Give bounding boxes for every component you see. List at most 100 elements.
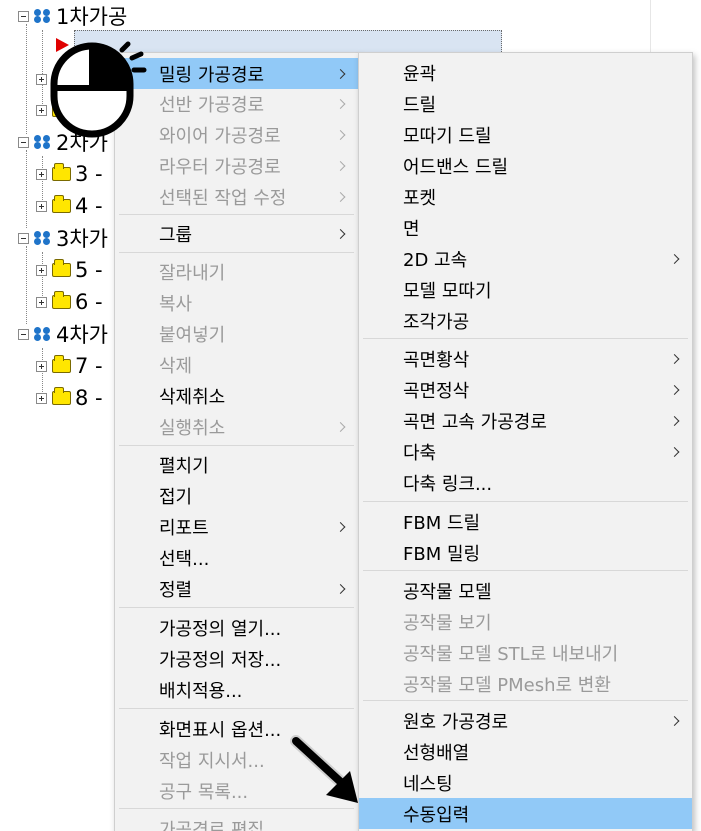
submenu-arrow-icon [335, 228, 346, 239]
menu-item-label: 접기 [159, 486, 193, 508]
tree-node-label: 5 - [75, 258, 103, 282]
menu-item-label: 드릴 [403, 94, 437, 116]
menu-item-label: 원호 가공경로 [403, 711, 509, 733]
menu-item-곡면황삭[interactable]: 곡면황삭 [359, 343, 692, 374]
expand-icon[interactable] [36, 296, 47, 308]
menu-item-모델-모따기[interactable]: 모델 모따기 [359, 274, 692, 305]
expand-icon[interactable] [36, 200, 47, 212]
menu-item-수동입력[interactable]: 수동입력 [359, 798, 692, 829]
submenu-arrow-icon [335, 98, 346, 109]
menu-item-그룹[interactable]: 그룹 [115, 218, 358, 249]
expand-icon[interactable] [36, 392, 47, 404]
menu-item-label: 정렬 [159, 579, 193, 601]
menu-item-리포트[interactable]: 리포트 [115, 511, 358, 542]
tree-scroll-edge [650, 0, 651, 60]
menu-item-label: 공구 목록... [159, 781, 249, 803]
menu-item-선형배열[interactable]: 선형배열 [359, 736, 692, 767]
menu-item-label: 펼치기 [159, 455, 209, 477]
menu-item-2d-고속[interactable]: 2D 고속 [359, 243, 692, 274]
menu-item-label: 면 [403, 218, 420, 240]
menu-item-실행취소: 실행취소 [115, 411, 358, 442]
menu-item-어드밴스-드릴[interactable]: 어드밴스 드릴 [359, 150, 692, 181]
submenu-arrow-icon [335, 129, 346, 140]
menu-item-윤곽[interactable]: 윤곽 [359, 57, 692, 88]
menu-item-삭제취소[interactable]: 삭제취소 [115, 380, 358, 411]
tree-node-folder-5[interactable]: 5 - [36, 255, 103, 285]
operation-group-icon [34, 327, 52, 341]
collapse-icon[interactable] [18, 10, 29, 22]
menu-item-선택[interactable]: 선택... [115, 542, 358, 573]
menu-item-label: 공작물 모델 [403, 581, 492, 603]
menu-item-삭제: 삭제 [115, 349, 358, 380]
menu-item-펼치기[interactable]: 펼치기 [115, 449, 358, 480]
menu-item-label: 화면표시 옵션... [159, 719, 282, 741]
menu-item-밀링-가공경로[interactable]: 밀링 가공경로 [115, 58, 358, 89]
menu-item-네스팅[interactable]: 네스팅 [359, 767, 692, 798]
tree-node-folder-8[interactable]: 8 - [36, 383, 103, 413]
expand-icon[interactable] [36, 168, 47, 180]
menu-item-label: 가공정의 열기... [159, 618, 282, 640]
menu-item-fbm-드릴[interactable]: FBM 드릴 [359, 506, 692, 537]
submenu-arrow-icon [669, 415, 680, 426]
menu-item-label: 작업 지시서... [159, 750, 265, 772]
menu-item-조각가공[interactable]: 조각가공 [359, 305, 692, 336]
expand-icon[interactable] [36, 264, 47, 276]
menu-item-배치적용[interactable]: 배치적용... [115, 674, 358, 705]
expand-icon[interactable] [36, 73, 47, 85]
menu-item-다축-링크[interactable]: 다축 링크... [359, 467, 692, 498]
tree-node-label: 4차가 [56, 323, 109, 347]
tree-node-op-1[interactable]: 1차가공 [18, 1, 127, 31]
menu-item-원호-가공경로[interactable]: 원호 가공경로 [359, 705, 692, 736]
menu-item-공작물-모델-stl로-내보내기: 공작물 모델 STL로 내보내기 [359, 637, 692, 668]
menu-item-label: 복사 [159, 293, 193, 315]
menu-item-label: 다축 [403, 442, 437, 464]
menu-item-label: 선형배열 [403, 742, 470, 764]
tree-node-label: 1차가공 [56, 5, 128, 29]
folder-icon [52, 195, 71, 213]
tree-node-op-3[interactable]: 3차가 [18, 223, 108, 253]
submenu-arrow-icon [669, 253, 680, 264]
menu-item-label: 곡면정삭 [403, 380, 470, 402]
menu-item-곡면정삭[interactable]: 곡면정삭 [359, 374, 692, 405]
submenu-arrow-icon [669, 446, 680, 457]
collapse-icon[interactable] [18, 136, 29, 148]
menu-item-다축[interactable]: 다축 [359, 436, 692, 467]
menu-item-label: 삭제취소 [159, 386, 226, 408]
menu-item-label: 선택... [159, 548, 210, 570]
collapse-icon[interactable] [18, 232, 29, 244]
menu-item-label: 선택된 작업 수정 [159, 187, 287, 209]
collapse-icon[interactable] [18, 328, 29, 340]
menu-separator [119, 214, 354, 215]
menu-item-label: FBM 밀링 [403, 543, 481, 565]
tree-node-label: 4 - [75, 194, 103, 218]
menu-item-label: 모델 모따기 [403, 280, 492, 302]
menu-item-label: 포켓 [403, 187, 437, 209]
menu-item-가공정의-저장[interactable]: 가공정의 저장... [115, 643, 358, 674]
menu-item-fbm-밀링[interactable]: FBM 밀링 [359, 537, 692, 568]
menu-item-label: 모따기 드릴 [403, 125, 492, 147]
menu-item-드릴[interactable]: 드릴 [359, 88, 692, 119]
menu-item-포켓[interactable]: 포켓 [359, 181, 692, 212]
menu-item-label: 윤곽 [403, 63, 437, 85]
menu-item-면[interactable]: 면 [359, 212, 692, 243]
expand-icon[interactable] [36, 104, 47, 116]
menu-item-label: 리포트 [159, 517, 209, 539]
pointer-arrow-icon [290, 735, 358, 803]
tree-node-folder-7[interactable]: 7 - [36, 351, 103, 381]
menu-item-접기[interactable]: 접기 [115, 480, 358, 511]
tree-node-folder-6[interactable]: 6 - [36, 287, 103, 317]
menu-item-label: 실행취소 [159, 417, 226, 439]
menu-item-곡면-고속-가공경로[interactable]: 곡면 고속 가공경로 [359, 405, 692, 436]
menu-item-붙여넣기: 붙여넣기 [115, 318, 358, 349]
menu-item-복사: 복사 [115, 287, 358, 318]
menu-item-label: 어드밴스 드릴 [403, 156, 509, 178]
tree-node-op-4[interactable]: 4차가 [18, 319, 108, 349]
tree-node-folder-3[interactable]: 3 - [36, 159, 103, 189]
menu-item-모따기-드릴[interactable]: 모따기 드릴 [359, 119, 692, 150]
menu-item-가공정의-열기[interactable]: 가공정의 열기... [115, 612, 358, 643]
menu-separator [363, 570, 688, 571]
expand-icon[interactable] [36, 360, 47, 372]
menu-item-공작물-모델[interactable]: 공작물 모델 [359, 575, 692, 606]
menu-item-정렬[interactable]: 정렬 [115, 573, 358, 604]
tree-node-folder-4[interactable]: 4 - [36, 191, 103, 221]
